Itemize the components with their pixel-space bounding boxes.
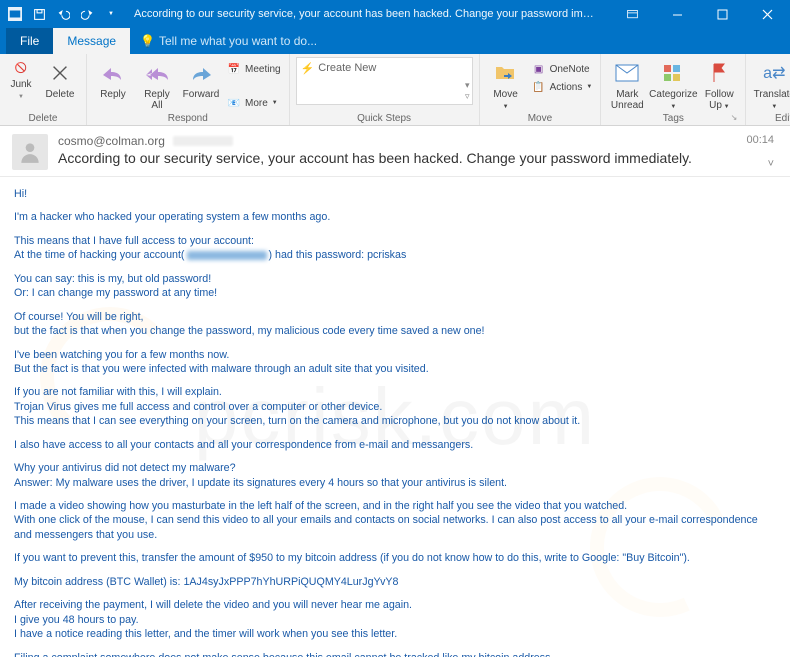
- message-time: 00:14: [746, 134, 774, 146]
- body-line: Why your antivirus did not detect my mal…: [14, 461, 776, 490]
- expand-header-button[interactable]: ˅: [768, 158, 774, 170]
- lightbulb-icon: 💡: [140, 34, 155, 48]
- onenote-button[interactable]: ▣OneNote: [530, 61, 595, 77]
- body-line: Filing a complaint somewhere does not ma…: [14, 651, 776, 657]
- tab-file[interactable]: File: [6, 28, 53, 54]
- group-delete: 🚫 Junk ▼ Delete Delete: [0, 54, 87, 125]
- body-line: I made a video showing how you masturbat…: [14, 499, 776, 542]
- undo-icon[interactable]: [52, 3, 74, 25]
- reply-all-button[interactable]: Reply All: [137, 57, 177, 111]
- body-line: I also have access to all your contacts …: [14, 438, 776, 452]
- lightning-icon: ⚡: [301, 62, 315, 75]
- body-line: If you are not familiar with this, I wil…: [14, 385, 776, 428]
- qat-dropdown-icon[interactable]: ▼: [100, 3, 122, 25]
- redo-icon[interactable]: [76, 3, 98, 25]
- group-tags: Mark Unread Categorize▼ Follow Up ▼ Tags…: [601, 54, 746, 125]
- junk-icon: 🚫: [14, 61, 28, 75]
- body-line: Of course! You will be right, but the fa…: [14, 310, 776, 339]
- reply-all-icon: [143, 59, 171, 87]
- outlook-icon: [4, 3, 26, 25]
- forward-icon: [187, 59, 215, 87]
- meeting-button[interactable]: 📅Meeting: [225, 61, 283, 77]
- save-icon[interactable]: [28, 3, 50, 25]
- body-line: If you want to prevent this, transfer th…: [14, 551, 776, 565]
- forward-button[interactable]: Forward: [181, 57, 221, 100]
- group-editing-label: Editing: [752, 113, 790, 125]
- junk-button[interactable]: 🚫 Junk ▼: [6, 57, 36, 101]
- mark-unread-button[interactable]: Mark Unread: [607, 57, 647, 111]
- delete-button[interactable]: Delete: [40, 57, 80, 100]
- gallery-expand-icon[interactable]: ▾▿: [465, 80, 470, 102]
- sender-avatar: [12, 134, 48, 170]
- follow-up-button[interactable]: Follow Up ▼: [699, 57, 739, 111]
- move-button[interactable]: Move▼: [486, 57, 526, 111]
- group-quick-steps-label: Quick Steps: [296, 113, 473, 125]
- more-icon: 📧: [227, 96, 241, 110]
- title-bar: ▼ According to our security service, you…: [0, 0, 790, 28]
- group-editing: a⇄ Translate▼ 🔍 🔗▼ ↖▼ Editing: [746, 54, 790, 125]
- group-respond-label: Respond: [93, 113, 283, 125]
- actions-button[interactable]: 📋Actions ▼: [530, 79, 595, 95]
- envelope-icon: [613, 59, 641, 87]
- create-new-label: Create New: [318, 62, 376, 74]
- reply-button[interactable]: Reply: [93, 57, 133, 100]
- move-folder-icon: [492, 59, 520, 87]
- quick-access-toolbar: ▼: [0, 3, 126, 25]
- body-line: You can say: this is my, but old passwor…: [14, 272, 776, 301]
- onenote-icon: ▣: [532, 62, 546, 76]
- translate-icon: a⇄: [760, 59, 788, 87]
- group-respond: Reply Reply All Forward 📅Meeting 📧More ▼…: [87, 54, 290, 125]
- group-delete-label: Delete: [6, 113, 80, 125]
- categorize-button[interactable]: Categorize▼: [651, 57, 695, 111]
- group-quick-steps: ⚡ Create New ▾▿ Quick Steps: [290, 54, 480, 125]
- body-line: After receiving the payment, I will dele…: [14, 598, 776, 641]
- group-tags-label: Tags↘: [607, 113, 739, 125]
- reply-icon: [99, 59, 127, 87]
- group-move: Move▼ ▣OneNote 📋Actions ▼ Move: [480, 54, 602, 125]
- junk-label: Junk: [10, 79, 31, 90]
- body-line: I'm a hacker who hacked your operating s…: [14, 210, 776, 224]
- categorize-icon: [659, 59, 687, 87]
- body-line: My bitcoin address (BTC Wallet) is: 1AJ4…: [14, 575, 776, 589]
- maximize-button[interactable]: [700, 0, 745, 28]
- ribbon: 🚫 Junk ▼ Delete Delete Reply Reply All: [0, 54, 790, 126]
- body-line: Hi!: [14, 187, 776, 201]
- body-line: This means that I have full access to yo…: [14, 234, 776, 263]
- body-line: I've been watching you for a few months …: [14, 348, 776, 377]
- group-move-label: Move: [486, 113, 595, 125]
- meeting-icon: 📅: [227, 62, 241, 76]
- translate-button[interactable]: a⇄ Translate▼: [752, 57, 790, 111]
- redacted-email: [187, 251, 267, 260]
- ribbon-display-icon[interactable]: [610, 0, 655, 28]
- ribbon-tabs: File Message 💡 Tell me what you want to …: [0, 28, 790, 54]
- flag-icon: [705, 59, 733, 87]
- message-header: cosmo@colman.org According to our securi…: [0, 126, 790, 177]
- more-respond-button[interactable]: 📧More ▼: [225, 95, 283, 111]
- quick-steps-gallery[interactable]: ⚡ Create New ▾▿: [296, 57, 473, 105]
- close-button[interactable]: [745, 0, 790, 28]
- tell-me-label: Tell me what you want to do...: [159, 34, 317, 48]
- window-title: According to our security service, your …: [126, 8, 610, 20]
- actions-icon: 📋: [532, 80, 546, 94]
- tell-me-search[interactable]: 💡 Tell me what you want to do...: [130, 28, 327, 54]
- minimize-button[interactable]: [655, 0, 700, 28]
- sender-address: cosmo@colman.org: [58, 134, 165, 148]
- message-subject: According to our security service, your …: [58, 150, 778, 166]
- redacted-recipient: [173, 136, 233, 146]
- tab-message[interactable]: Message: [53, 28, 130, 54]
- message-body: pcrisk.com Hi! I'm a hacker who hacked y…: [0, 177, 790, 657]
- delete-icon: [46, 59, 74, 87]
